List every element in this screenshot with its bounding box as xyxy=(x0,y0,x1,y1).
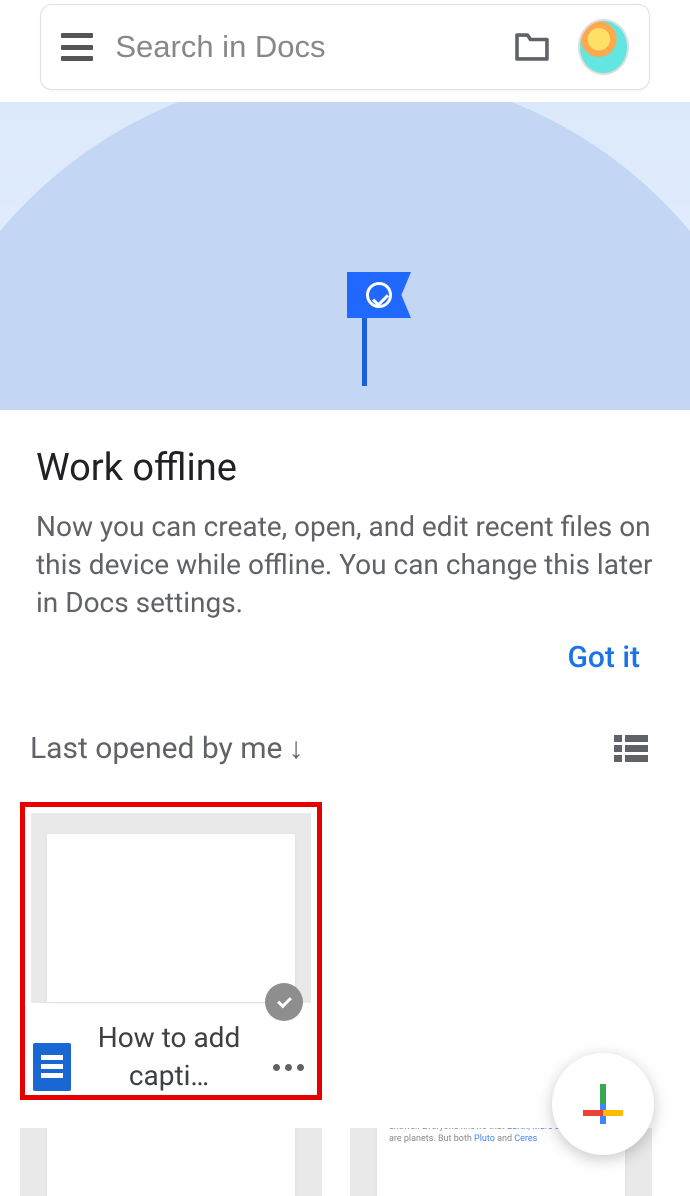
flag-icon xyxy=(347,272,411,318)
folder-icon[interactable] xyxy=(514,30,550,64)
promo-illustration xyxy=(0,102,690,410)
menu-icon[interactable] xyxy=(61,33,93,61)
document-title: How to add capti… xyxy=(81,1019,257,1095)
document-thumbnail: ALPHR xyxy=(20,1128,322,1196)
docs-file-icon xyxy=(33,1043,71,1091)
search-bar xyxy=(40,4,650,90)
sort-label-text: Last opened by me xyxy=(30,731,282,766)
document-card[interactable]: ALPHR xyxy=(20,1128,322,1196)
more-options-button[interactable] xyxy=(267,1064,309,1071)
more-options-icon xyxy=(273,1064,304,1071)
arrow-down-icon: ↓ xyxy=(288,731,303,766)
document-title: ALPHR xyxy=(47,1128,295,1196)
offline-promo: Work offline Now you can create, open, a… xyxy=(0,410,690,622)
create-document-button[interactable] xyxy=(552,1053,654,1155)
avatar[interactable] xyxy=(578,19,629,75)
search-input[interactable] xyxy=(115,29,514,65)
sort-dropdown[interactable]: Last opened by me ↓ xyxy=(30,731,303,766)
got-it-button[interactable]: Got it xyxy=(567,640,640,675)
offline-badge-icon xyxy=(265,983,303,1021)
promo-title: Work offline xyxy=(36,446,654,490)
plus-icon xyxy=(583,1084,623,1124)
promo-body: Now you can create, open, and edit recen… xyxy=(36,508,654,622)
document-thumbnail xyxy=(31,813,311,1003)
list-view-icon[interactable] xyxy=(614,735,648,763)
document-card[interactable]: How to add capti… xyxy=(20,802,322,1100)
